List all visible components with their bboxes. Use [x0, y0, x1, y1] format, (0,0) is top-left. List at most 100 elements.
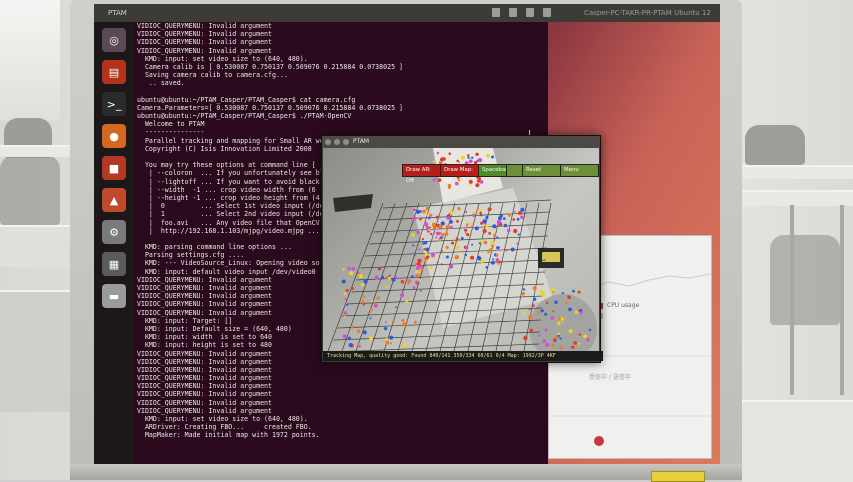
feature-point [436, 261, 439, 264]
feature-point [423, 241, 428, 245]
feature-point [371, 300, 374, 303]
software-center-icon[interactable]: ▲ [102, 188, 126, 212]
feature-point [465, 224, 468, 227]
keyboard-icon[interactable] [492, 8, 500, 17]
feature-point [424, 252, 428, 256]
ubuntu-logo-icon[interactable]: ◎ [102, 28, 126, 52]
feature-point [449, 264, 454, 269]
feature-point [579, 311, 583, 315]
feature-point [538, 334, 541, 337]
ptam-menu-button[interactable] [506, 164, 523, 177]
sound-icon[interactable] [543, 8, 551, 17]
user-menu-label[interactable]: Casper-PC-TAKR-PR-PTAM Ubuntu 12 [584, 4, 711, 22]
terminal-icon[interactable]: >_ [102, 92, 126, 116]
feature-point [461, 252, 464, 255]
feature-point [445, 245, 449, 249]
feature-point [541, 292, 546, 297]
feature-point [517, 233, 520, 236]
feature-point [482, 228, 487, 234]
feature-point [350, 325, 354, 329]
feature-point [487, 207, 492, 212]
feature-point [363, 295, 366, 298]
maximize-button[interactable] [343, 139, 349, 145]
feature-point [457, 207, 461, 211]
feature-point [521, 311, 526, 315]
feature-point [553, 338, 556, 342]
feature-point [415, 263, 418, 266]
feature-point [416, 273, 420, 277]
feature-point [451, 241, 455, 245]
ptam-menu-button[interactable]: Draw AR: Off [402, 164, 441, 184]
feature-point [465, 210, 468, 214]
feature-point [522, 288, 526, 291]
feature-point [402, 343, 407, 348]
feature-point [435, 236, 438, 239]
desk [0, 225, 75, 267]
desk-leg [840, 205, 844, 395]
feature-point [342, 268, 345, 271]
feature-point [567, 295, 571, 299]
terminal-line: KMD: input: set video size to (640, 480)… [137, 54, 308, 63]
feature-point [523, 335, 528, 341]
mail-icon[interactable] [526, 8, 534, 17]
feature-point [528, 315, 533, 320]
feature-point [479, 180, 484, 184]
ptam-menu-button[interactable]: Menu [560, 164, 599, 177]
network-icon[interactable] [509, 8, 517, 17]
terminal-line: ARDriver: Creating FBO... created FBO. [137, 423, 312, 432]
feature-point [440, 249, 443, 252]
feature-point [565, 301, 568, 305]
settings-icon[interactable]: ⚙ [102, 220, 126, 244]
feature-point [416, 230, 420, 235]
feature-point [486, 154, 491, 158]
feature-point [554, 300, 558, 304]
terminal-line: VIDIOC_QUERYMENU: Invalid argument [137, 382, 272, 391]
firefox-icon[interactable]: ● [102, 124, 126, 148]
camera-view[interactable]: Draw AR: Off Draw Map: Off Spacebar Reset Me… [323, 148, 599, 351]
feature-point [441, 232, 445, 237]
feature-point [460, 155, 466, 160]
feature-point [545, 301, 549, 305]
monitor-sticker [651, 471, 705, 482]
feature-point [454, 255, 459, 260]
feature-point [533, 297, 537, 301]
ptam-menu-button[interactable]: Draw Map: Off [440, 164, 479, 184]
feature-point [477, 255, 481, 259]
feature-point [496, 219, 502, 225]
feature-point [468, 179, 473, 184]
feature-point [574, 310, 578, 314]
feature-point [479, 239, 483, 243]
system-tray[interactable] [492, 8, 551, 17]
ptam-title: PTAM [353, 138, 370, 145]
files-icon[interactable]: ▤ [102, 60, 126, 84]
minimize-button[interactable] [334, 139, 340, 145]
feature-point [444, 232, 449, 236]
feature-point [493, 233, 497, 237]
feature-point [360, 282, 365, 287]
ptam-titlebar[interactable]: PTAM [322, 136, 600, 148]
feature-point [362, 330, 367, 335]
feature-point [513, 228, 518, 234]
office-icon[interactable]: ■ [102, 156, 126, 180]
feature-point [477, 177, 482, 181]
feature-point [363, 279, 368, 284]
workspace-icon[interactable]: ▦ [102, 252, 126, 276]
feature-point [347, 266, 351, 271]
close-button[interactable] [325, 139, 331, 145]
feature-point [516, 217, 520, 221]
ptam-menu-button[interactable]: Reset [522, 164, 561, 177]
terminal-line: ubuntu@ubuntu:~/PTAM_Casper/PTAM_Casper$… [137, 112, 352, 121]
feature-point [510, 247, 515, 252]
feature-point [369, 336, 373, 341]
feature-point [550, 287, 555, 292]
terminal-line: Welcome to PTAM [137, 120, 205, 129]
feature-point [445, 255, 449, 259]
ptam-window[interactable]: PTAM Draw AR: Off Draw Map: Off Spacebar Re… [321, 135, 603, 363]
feature-point [417, 258, 422, 263]
ptam-menu-button[interactable]: Spacebar [478, 164, 507, 177]
feature-point [378, 268, 381, 271]
feature-point [449, 225, 453, 229]
trash-icon[interactable]: ▬ [102, 284, 126, 308]
feature-point [571, 345, 575, 349]
feature-point [389, 335, 394, 340]
